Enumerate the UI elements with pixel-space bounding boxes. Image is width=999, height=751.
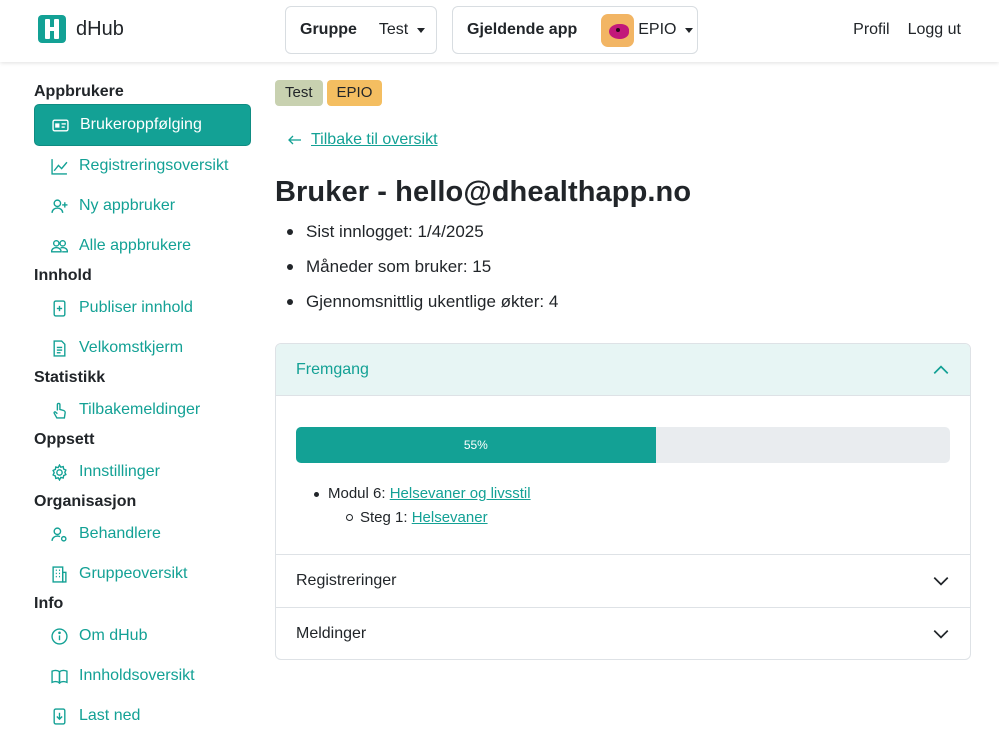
building-icon	[50, 565, 68, 583]
accordion-title: Meldinger	[296, 624, 367, 642]
app-value: EPIO	[638, 21, 677, 38]
hand-pointer-icon	[50, 401, 68, 419]
arrow-left-icon	[288, 135, 301, 145]
app-dropdown[interactable]: EPIO	[638, 21, 694, 39]
sidebar: Appbrukere Brukeroppfølging Registrering…	[34, 82, 251, 736]
section-title-innhold: Innhold	[34, 267, 92, 284]
logout-link[interactable]: Logg ut	[908, 21, 961, 39]
section-title-statistikk: Statistikk	[34, 369, 106, 386]
sidebar-item-ny-appbruker[interactable]: Ny appbruker	[34, 186, 251, 226]
sidebar-item-behandlere[interactable]: Behandlere	[34, 514, 251, 554]
section-title-appbrukere: Appbrukere	[34, 83, 124, 100]
chevron-down-icon	[933, 629, 949, 639]
sidebar-item-label: Publiser innhold	[79, 299, 193, 316]
module-list: Modul 6: Helsevaner og livsstil Steg 1: …	[296, 482, 950, 530]
progress-label: 55%	[463, 438, 488, 452]
sidebar-item-alle-appbrukere[interactable]: Alle appbrukere	[34, 226, 251, 266]
badge-row: Test EPIO	[275, 80, 971, 106]
app-label: Gjeldende app	[467, 21, 578, 38]
step-list: Steg 1: Helsevaner	[328, 506, 950, 530]
file-text-icon	[50, 339, 68, 357]
sidebar-item-label: Brukeroppfølging	[80, 116, 202, 133]
list-item: Modul 6: Helsevaner og livsstil Steg 1: …	[314, 482, 950, 530]
progress-track: 55%	[296, 427, 950, 463]
sidebar-item-label: Alle appbrukere	[79, 237, 192, 254]
sidebar-item-label: Innholdsoversikt	[79, 667, 195, 684]
page-title: Bruker - hello@dhealthapp.no	[275, 176, 692, 208]
sidebar-item-label: Om dHub	[79, 627, 148, 644]
list-item: Steg 1: Helsevaner	[346, 506, 950, 530]
accordion-header-registrations[interactable]: Registreringer	[276, 555, 970, 607]
group-dropdown[interactable]: Test	[378, 21, 426, 39]
group-badge: Test	[275, 80, 323, 106]
section-title-oppsett: Oppsett	[34, 431, 95, 448]
sidebar-item-brukeroppfolging[interactable]: Brukeroppfølging	[34, 104, 251, 146]
file-plus-icon	[50, 299, 68, 317]
main-content: Test EPIO Tilbake til oversikt Bruker - …	[275, 80, 971, 660]
top-links: Profil Logg ut	[853, 21, 961, 39]
sidebar-item-label: Tilbakemeldinger	[79, 401, 201, 418]
sidebar-item-publiser-innhold[interactable]: Publiser innhold	[34, 288, 251, 328]
profile-link[interactable]: Profil	[853, 21, 889, 39]
step-link[interactable]: Helsevaner	[412, 509, 488, 526]
chevron-up-icon	[933, 364, 949, 374]
epio-app-icon	[601, 13, 635, 47]
caret-down-icon	[685, 27, 694, 33]
sidebar-item-innstillinger[interactable]: Innstillinger	[34, 452, 251, 492]
sidebar-item-label: Last ned	[79, 707, 141, 724]
section-title-info: Info	[34, 595, 64, 612]
person-gear-icon	[50, 525, 68, 543]
sidebar-item-label: Registreringsoversikt	[79, 157, 229, 174]
person-add-icon	[50, 197, 68, 215]
download-file-icon	[50, 707, 68, 725]
line-chart-icon	[50, 157, 68, 175]
progress-bar: 55%	[296, 427, 656, 463]
sidebar-item-label: Gruppeoversikt	[79, 565, 188, 582]
caret-down-icon	[417, 27, 426, 33]
sidebar-item-om-dhub[interactable]: Om dHub	[34, 616, 251, 656]
back-to-overview-link[interactable]: Tilbake til oversikt	[275, 131, 971, 149]
accordion-title: Fremgang	[296, 360, 369, 378]
module-prefix: Modul 6:	[328, 485, 390, 502]
gear-icon	[50, 463, 68, 481]
accordion-body-progress: 55% Modul 6: Helsevaner og livsstil Steg…	[276, 396, 970, 555]
sidebar-item-tilbakemeldinger[interactable]: Tilbakemeldinger	[34, 390, 251, 430]
sidebar-item-velkomstkjerm[interactable]: Velkomstkjerm	[34, 328, 251, 368]
sidebar-item-label: Behandlere	[79, 525, 161, 542]
sidebar-item-registreringsoversikt[interactable]: Registreringsoversikt	[34, 146, 251, 186]
step-prefix: Steg 1:	[360, 509, 412, 526]
group-selector[interactable]: Gruppe Test	[285, 6, 437, 54]
sidebar-item-gruppeoversikt[interactable]: Gruppeoversikt	[34, 554, 251, 594]
user-accordion: Fremgang 55% Modul 6: Helsevaner og livs…	[275, 343, 971, 660]
sidebar-item-label: Ny appbruker	[79, 197, 176, 214]
accordion-header-progress[interactable]: Fremgang	[276, 344, 970, 396]
app-badge: EPIO	[326, 80, 383, 106]
user-stats-list: Sist innlogget: 1/4/2025 Måneder som bru…	[275, 221, 971, 326]
stat-last-login: Sist innlogget: 1/4/2025	[275, 221, 971, 256]
people-icon	[50, 237, 68, 255]
top-navbar: dHub Gruppe Test Gjeldende app EPIO Prof…	[0, 0, 999, 62]
accordion-title: Registreringer	[296, 572, 397, 589]
module-link[interactable]: Helsevaner og livsstil	[390, 485, 531, 502]
group-value: Test	[378, 21, 409, 38]
brand[interactable]: dHub	[38, 15, 124, 43]
chevron-down-icon	[933, 577, 949, 586]
stat-weekly-sessions: Gjennomsnittlig ukentlige økter: 4	[275, 291, 971, 326]
group-label: Gruppe	[300, 21, 357, 38]
sidebar-item-innholdsoversikt[interactable]: Innholdsoversikt	[34, 656, 251, 696]
book-icon	[50, 667, 68, 685]
id-card-icon	[51, 116, 69, 134]
info-circle-icon	[50, 627, 68, 645]
sidebar-item-label: Innstillinger	[79, 463, 160, 480]
accordion-header-messages[interactable]: Meldinger	[276, 607, 970, 659]
app-selector[interactable]: Gjeldende app EPIO	[452, 6, 698, 54]
sidebar-item-label: Velkomstkjerm	[79, 339, 184, 356]
back-link-label: Tilbake til oversikt	[311, 131, 438, 148]
brand-name: dHub	[76, 17, 124, 40]
dhub-logo-icon	[38, 15, 66, 43]
section-title-organisasjon: Organisasjon	[34, 493, 137, 510]
sidebar-item-last-ned[interactable]: Last ned	[34, 696, 251, 736]
stat-months-as-user: Måneder som bruker: 15	[275, 256, 971, 291]
